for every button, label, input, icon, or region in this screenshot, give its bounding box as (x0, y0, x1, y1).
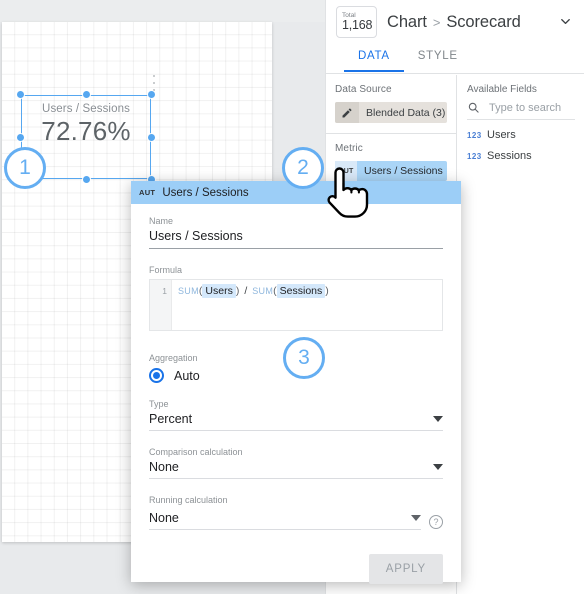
step-badge-3: 3 (283, 337, 325, 379)
panel-header: Total 1,168 Chart > Scorecard (326, 0, 584, 44)
screenshot-root: Users / Sessions 72.76% Total 1,168 Char… (0, 0, 584, 594)
step-badge-2: 2 (282, 147, 324, 189)
field-name[interactable]: Users (487, 129, 516, 141)
caret-down-icon[interactable] (433, 464, 443, 470)
tab-style[interactable]: STYLE (404, 44, 472, 70)
editor-toolbar-strip (0, 0, 325, 23)
resize-handle-top-left[interactable] (16, 90, 25, 99)
search-input[interactable]: Type to search (480, 102, 561, 114)
caret-down-icon[interactable] (411, 515, 421, 521)
data-source-chip[interactable]: Blended Data (3) (335, 102, 447, 123)
comparison-value: None (149, 460, 179, 474)
data-source-section: Data Source Blended Data (3) (326, 75, 456, 134)
dialog-type-badge: AUT (139, 188, 156, 197)
breadcrumb: Chart > Scorecard (387, 13, 521, 32)
formula-field-token-sessions[interactable]: Sessions (276, 284, 326, 298)
number-type-icon: 123 (467, 151, 482, 161)
running-value: None (149, 511, 179, 525)
type-label: Type (149, 399, 169, 409)
calculated-field-dialog: AUT Users / Sessions Name Users / Sessio… (131, 181, 461, 584)
formula-function-2: SUM (252, 286, 274, 296)
comparison-select[interactable]: None (149, 460, 443, 479)
formula-line-number: 1 (150, 280, 172, 330)
comparison-label: Comparison calculation (149, 447, 243, 457)
formula-function-1: SUM (178, 286, 199, 296)
panel-tabs: DATA STYLE (326, 44, 584, 74)
type-select[interactable]: Percent (149, 412, 443, 431)
name-group: Name Users / Sessions (149, 216, 443, 249)
data-source-title: Data Source (335, 84, 392, 95)
type-value: Percent (149, 412, 193, 426)
field-name[interactable]: Sessions (487, 150, 532, 162)
name-field[interactable]: Users / Sessions (149, 229, 443, 249)
comparison-group: Comparison calculation None (149, 447, 443, 479)
breadcrumb-root[interactable]: Chart (387, 13, 427, 32)
dialog-title: Users / Sessions (162, 186, 249, 199)
aggregation-option-label: Auto (174, 368, 200, 383)
running-label: Running calculation (149, 495, 228, 505)
search-icon (468, 102, 479, 113)
formula-field-token-users[interactable]: Users (202, 284, 236, 298)
more-vert-icon[interactable] (148, 75, 160, 91)
formula-close-paren-2: ) (325, 285, 329, 297)
dialog-actions: APPLY (149, 554, 443, 584)
available-fields-title: Available Fields (467, 84, 537, 95)
dialog-body: Name Users / Sessions Formula 1 SUM(User… (131, 204, 461, 584)
formula-operator: / (244, 285, 248, 297)
formula-editor[interactable]: 1 SUM(Users) / SUM(Sessions) (149, 279, 443, 331)
panel-right-column: Available Fields Type to search 123 User… (457, 75, 584, 594)
resize-handle-middle-left[interactable] (16, 132, 25, 142)
total-chip: Total 1,168 (336, 6, 377, 38)
data-source-name: Blended Data (3) (366, 106, 446, 119)
metric-name[interactable]: Users / Sessions (357, 165, 443, 177)
resize-handle-bottom-center[interactable] (81, 175, 91, 184)
apply-button[interactable]: APPLY (368, 554, 443, 584)
total-chip-value: 1,168 (342, 18, 373, 32)
pencil-icon[interactable] (335, 102, 359, 123)
type-group: Type Percent (149, 399, 443, 431)
list-item[interactable]: 123 Users (467, 129, 575, 141)
running-group: Running calculation None ? (149, 495, 443, 530)
tab-data[interactable]: DATA (344, 44, 404, 72)
breadcrumb-current: Scorecard (446, 12, 521, 31)
metric-type-badge: AUT (335, 161, 357, 181)
breadcrumb-separator: > (432, 14, 441, 30)
running-row: None ? (149, 508, 443, 530)
formula-label: Formula (149, 265, 183, 275)
resize-handle-middle-right[interactable] (147, 132, 156, 142)
formula-code[interactable]: SUM(Users) / SUM(Sessions) (172, 280, 442, 330)
step-badge-1: 1 (4, 147, 46, 189)
resize-handle-top-right[interactable] (147, 90, 156, 99)
available-fields-section: Available Fields Type to search 123 User… (457, 75, 584, 162)
radio-selected-icon[interactable] (149, 368, 164, 383)
field-search-row[interactable]: Type to search (467, 101, 575, 120)
metric-title: Metric (335, 143, 363, 154)
running-select[interactable]: None (149, 511, 421, 530)
caret-down-icon[interactable] (433, 416, 443, 422)
metric-chip[interactable]: AUT Users / Sessions (335, 161, 447, 181)
resize-handle-top-center[interactable] (81, 90, 91, 99)
help-circle-icon[interactable]: ? (429, 515, 443, 529)
list-item[interactable]: 123 Sessions (467, 150, 575, 162)
formula-group: Formula 1 SUM(Users) / SUM(Sessions) (149, 265, 443, 331)
chevron-down-icon[interactable] (558, 14, 573, 29)
name-label: Name (149, 216, 174, 226)
number-type-icon: 123 (467, 130, 482, 140)
